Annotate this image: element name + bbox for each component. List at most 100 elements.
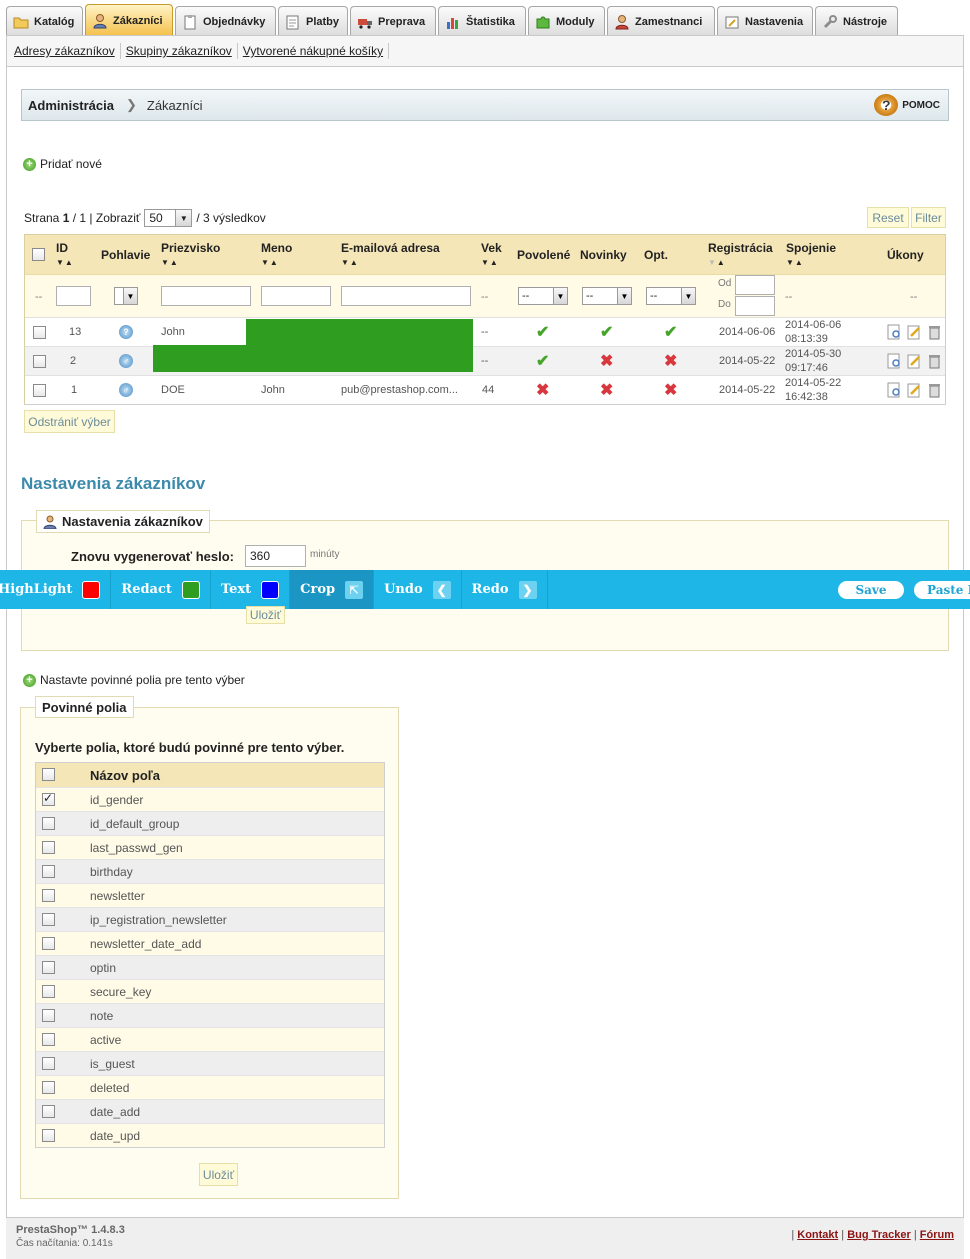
field-checkbox[interactable] <box>42 1057 55 1070</box>
field-checkbox[interactable] <box>42 1009 55 1022</box>
footer-link-forum[interactable]: Fórum <box>920 1229 954 1241</box>
filter-gender-select[interactable]: ▼ <box>114 287 138 305</box>
filter-date-to-input[interactable] <box>735 296 775 316</box>
filter-firstname-input[interactable] <box>261 286 331 306</box>
tab-objednavky[interactable]: Objednávky <box>175 6 276 36</box>
required-fields-save-button[interactable]: Uložiť <box>199 1163 238 1186</box>
field-checkbox[interactable] <box>42 1081 55 1094</box>
field-checkbox[interactable] <box>42 937 55 950</box>
sort-arrows-icon[interactable]: ▼▲ <box>786 258 836 267</box>
tab-preprava[interactable]: Preprava <box>350 6 436 36</box>
check-icon[interactable]: ✔ <box>600 322 613 342</box>
delete-icon[interactable] <box>927 382 942 398</box>
tab-platby[interactable]: Platby <box>278 6 348 36</box>
subnav-customer-groups[interactable]: Skupiny zákazníkov <box>121 44 237 58</box>
filter-active-select[interactable]: -- ▼ <box>518 287 568 305</box>
filter-lastname-input[interactable] <box>161 286 251 306</box>
column-age[interactable]: Vek ▼▲ <box>481 241 502 267</box>
edit-icon[interactable] <box>907 353 922 369</box>
help-button[interactable]: ? POMOC <box>874 94 940 116</box>
list-item[interactable]: ✓ id_gender <box>36 787 384 811</box>
field-checkbox[interactable] <box>42 889 55 902</box>
subnav-customer-addresses[interactable]: Adresy zákazníkov <box>9 44 120 58</box>
breadcrumb-root[interactable]: Administrácia <box>28 98 114 113</box>
tab-statistika[interactable]: Štatistika <box>438 6 526 36</box>
footer-link-contact[interactable]: Kontakt <box>797 1229 838 1241</box>
filter-optin-select[interactable]: -- ▼ <box>646 287 696 305</box>
toolbar-save-button[interactable]: Save <box>838 581 904 599</box>
field-checkbox[interactable] <box>42 913 55 926</box>
list-item[interactable]: date_upd <box>36 1123 384 1147</box>
list-item[interactable]: secure_key <box>36 979 384 1003</box>
list-item[interactable]: is_guest <box>36 1051 384 1075</box>
table-row[interactable]: 1 ♂ DOE John pub@prestashop.com... 44 ✖ … <box>25 375 945 404</box>
view-icon[interactable] <box>887 324 902 340</box>
undo-button[interactable]: Undo ❮ <box>374 570 462 609</box>
highlight-button[interactable]: HighLight <box>0 570 112 609</box>
row-checkbox[interactable] <box>33 384 46 397</box>
tab-nastavenia[interactable]: Nastavenia <box>717 6 813 36</box>
field-checkbox[interactable]: ✓ <box>42 791 55 806</box>
sort-arrows-icon[interactable]: ▼▲ <box>481 258 502 267</box>
settings-save-button[interactable]: Uložiť <box>246 606 285 624</box>
sort-arrows-icon[interactable]: ▼▲ <box>56 258 74 267</box>
filter-id-input[interactable] <box>56 286 91 306</box>
required-fields-link[interactable]: + Nastavte povinné polia pre tento výber <box>23 673 245 687</box>
cross-icon[interactable]: ✖ <box>600 351 613 371</box>
list-item[interactable]: date_add <box>36 1099 384 1123</box>
filter-email-input[interactable] <box>341 286 471 306</box>
list-item[interactable]: note <box>36 1003 384 1027</box>
tab-zamestnanci[interactable]: Zamestnanci <box>607 6 715 36</box>
view-icon[interactable] <box>887 353 902 369</box>
subnav-shopping-carts[interactable]: Vytvorené nákupné košíky <box>238 44 388 58</box>
text-button[interactable]: Text <box>211 570 291 609</box>
delete-icon[interactable] <box>927 353 942 369</box>
list-item[interactable]: ip_registration_newsletter <box>36 907 384 931</box>
list-item[interactable]: optin <box>36 955 384 979</box>
cross-icon[interactable]: ✖ <box>536 380 549 400</box>
select-all-checkbox[interactable] <box>32 248 45 261</box>
list-item[interactable]: id_default_group <box>36 811 384 835</box>
tab-moduly[interactable]: Moduly <box>528 6 605 36</box>
tab-katalog[interactable]: Katalóg <box>6 6 83 36</box>
highlight-color-swatch[interactable] <box>82 580 101 599</box>
column-email[interactable]: E-mailová adresa ▼▲ <box>341 241 440 267</box>
footer-link-bug-tracker[interactable]: Bug Tracker <box>847 1229 911 1241</box>
sort-arrows-icon[interactable]: ▼▲ <box>341 258 440 267</box>
row-checkbox[interactable] <box>33 355 46 368</box>
field-checkbox[interactable] <box>42 985 55 998</box>
edit-icon[interactable] <box>907 324 922 340</box>
list-item[interactable]: last_passwd_gen <box>36 835 384 859</box>
field-checkbox[interactable] <box>42 865 55 878</box>
edit-icon[interactable] <box>907 382 922 398</box>
list-item[interactable]: active <box>36 1027 384 1051</box>
column-lastname[interactable]: Priezvisko ▼▲ <box>161 241 220 267</box>
text-color-swatch[interactable] <box>261 580 280 599</box>
filter-button[interactable]: Filter <box>911 207 946 228</box>
check-icon[interactable]: ✔ <box>536 351 549 371</box>
column-firstname[interactable]: Meno ▼▲ <box>261 241 292 267</box>
tab-nastroje[interactable]: Nástroje <box>815 6 898 36</box>
regen-password-input[interactable]: 360 <box>245 545 306 567</box>
list-item[interactable]: deleted <box>36 1075 384 1099</box>
field-checkbox[interactable] <box>42 1129 55 1142</box>
filter-newsletter-select[interactable]: -- ▼ <box>582 287 632 305</box>
column-id[interactable]: ID ▼▲ <box>56 241 74 267</box>
reset-button[interactable]: Reset <box>867 207 909 228</box>
sort-arrows-icon[interactable]: ▼▲ <box>161 258 220 267</box>
redo-button[interactable]: Redo ❯ <box>462 570 548 609</box>
column-registration[interactable]: Registrácia ▼▲ <box>708 241 773 267</box>
filter-date-from-input[interactable] <box>735 275 775 295</box>
row-checkbox[interactable] <box>33 326 46 339</box>
view-icon[interactable] <box>887 382 902 398</box>
paste-it-button[interactable]: Paste It <box>914 581 970 599</box>
list-item[interactable]: newsletter <box>36 883 384 907</box>
per-page-select[interactable]: 50 ▼ <box>144 209 193 227</box>
field-checkbox[interactable] <box>42 817 55 830</box>
sort-arrows-icon[interactable]: ▼▲ <box>261 258 292 267</box>
delete-icon[interactable] <box>927 324 942 340</box>
tab-zakaznici[interactable]: Zákazníci <box>85 4 173 36</box>
redact-button[interactable]: Redact <box>111 570 211 609</box>
list-item[interactable]: newsletter_date_add <box>36 931 384 955</box>
field-checkbox[interactable] <box>42 1033 55 1046</box>
